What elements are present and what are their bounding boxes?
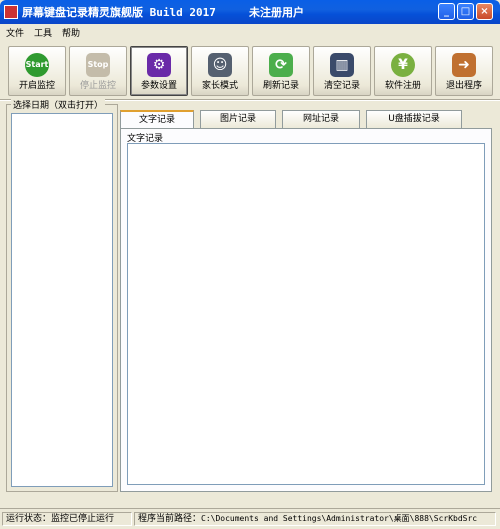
menu-help[interactable]: 帮助	[62, 26, 80, 39]
start-monitor-button[interactable]: Start 开启监控	[8, 46, 66, 96]
date-panel: 选择日期（双击打开）	[6, 98, 118, 492]
start-icon: Start	[25, 53, 49, 77]
parent-mode-label: 家长模式	[201, 81, 238, 91]
clear-records-label: 清空记录	[323, 81, 360, 91]
tab-image-records[interactable]: 图片记录	[200, 110, 276, 128]
app-icon	[4, 5, 18, 19]
menu-bar: 文件 工具 帮助	[0, 24, 500, 40]
clear-records-button[interactable]: ▥ 清空记录	[313, 46, 371, 96]
tab-text-records[interactable]: 文字记录	[120, 110, 194, 129]
window-title: 屏幕键盘记录精灵旗舰版 Build 2017 未注册用户	[22, 6, 304, 19]
tab-usb-records[interactable]: U盘插拔记录	[366, 110, 462, 128]
text-records-area[interactable]	[127, 143, 485, 485]
refresh-label: 刷新记录	[262, 81, 299, 91]
stop-monitor-button[interactable]: Stop 停止监控	[69, 46, 127, 96]
settings-button[interactable]: ⚙ 参数设置	[130, 46, 188, 96]
status-path: 程序当前路径：C:\Documents and Settings\Adminis…	[134, 512, 496, 526]
settings-label: 参数设置	[140, 81, 177, 91]
status-state: 运行状态：监控已停止运行	[2, 512, 132, 526]
yen-icon: ¥	[391, 53, 415, 77]
date-list[interactable]	[11, 113, 113, 487]
exit-icon: ➜	[452, 53, 476, 77]
date-panel-label: 选择日期（双击打开）	[11, 98, 106, 111]
maximize-button[interactable]: □	[457, 3, 474, 20]
status-path-label: 程序当前路径：	[138, 514, 202, 524]
menu-file[interactable]: 文件	[6, 26, 24, 39]
tab-url-records[interactable]: 网址记录	[282, 110, 360, 128]
title-bar[interactable]: 屏幕键盘记录精灵旗舰版 Build 2017 未注册用户 _ □ ×	[0, 0, 500, 24]
register-button[interactable]: ¥ 软件注册	[374, 46, 432, 96]
parent-mode-button[interactable]: ☺ 家长模式	[191, 46, 249, 96]
exit-button[interactable]: ➜ 退出程序	[435, 46, 493, 96]
status-path-value: C:\Documents and Settings\Administrator\…	[201, 514, 478, 523]
menu-tools[interactable]: 工具	[34, 26, 52, 39]
exit-label: 退出程序	[445, 81, 482, 91]
refresh-icon: ⟳	[269, 53, 293, 77]
stop-icon: Stop	[86, 53, 110, 77]
start-monitor-label: 开启监控	[18, 81, 55, 91]
trash-icon: ▥	[330, 53, 354, 77]
register-label: 软件注册	[384, 81, 421, 91]
close-button[interactable]: ×	[476, 3, 493, 20]
toolbar: Start 开启监控 Stop 停止监控 ⚙ 参数设置 ☺ 家长模式 ⟳ 刷新记…	[2, 42, 498, 98]
minimize-button[interactable]: _	[438, 3, 455, 20]
tab-panel: 文字记录	[120, 128, 492, 492]
record-tabs: 文字记录 图片记录 网址记录 U盘插拔记录	[120, 110, 492, 129]
refresh-button[interactable]: ⟳ 刷新记录	[252, 46, 310, 96]
stop-monitor-label: 停止监控	[79, 81, 116, 91]
status-bar: 运行状态：监控已停止运行 程序当前路径：C:\Documents and Set…	[0, 508, 500, 529]
parent-icon: ☺	[208, 53, 232, 77]
settings-icon: ⚙	[147, 53, 171, 77]
